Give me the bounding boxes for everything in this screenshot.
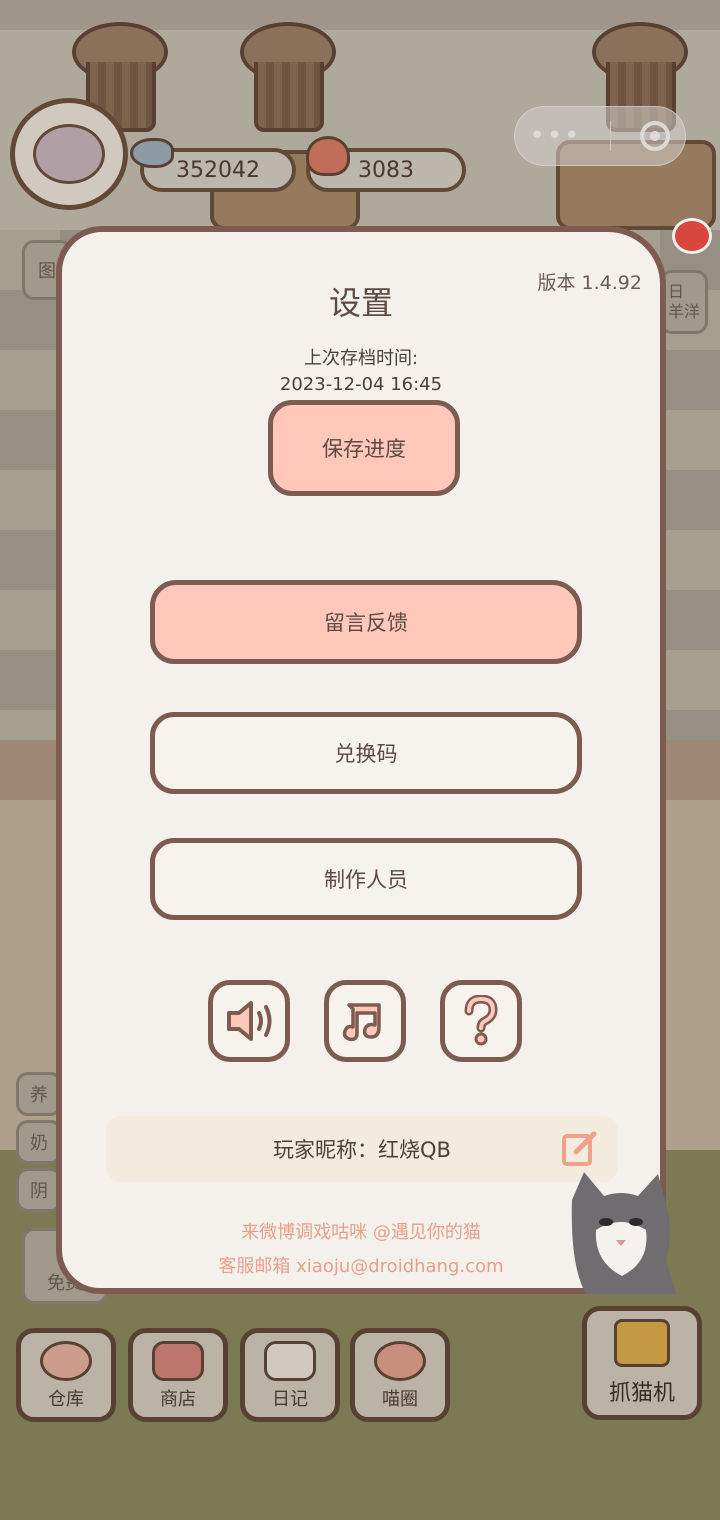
player-nickname-bar: 玩家昵称：红烧QB: [106, 1116, 618, 1182]
feedback-label: 留言反馈: [324, 611, 408, 635]
last-save-label: 上次存档时间:: [303, 348, 419, 369]
edit-icon[interactable]: [560, 1128, 600, 1168]
music-icon: [342, 1003, 381, 1042]
save-progress-button[interactable]: 保存进度: [268, 400, 460, 496]
credits-button[interactable]: 制作人员: [150, 838, 582, 920]
player-nickname: 玩家昵称：红烧QB: [273, 1138, 451, 1162]
feedback-button[interactable]: 留言反馈: [150, 580, 582, 664]
redeem-code-button[interactable]: 兑换码: [150, 712, 582, 794]
music-toggle-button[interactable]: [324, 980, 406, 1062]
sound-toggle-button[interactable]: [208, 980, 290, 1062]
notification-dot: [672, 218, 712, 254]
version-label: 版本 1.4.92: [537, 272, 642, 294]
save-progress-label: 保存进度: [322, 437, 406, 461]
last-save-time: 2023-12-04 16:45: [279, 374, 443, 395]
help-button[interactable]: [440, 980, 522, 1062]
cat-photo: [571, 1172, 676, 1294]
last-save-info: 上次存档时间: 2023-12-04 16:45: [62, 346, 660, 398]
credits-label: 制作人员: [324, 868, 408, 892]
settings-panel: 设置 版本 1.4.92 上次存档时间: 2023-12-04 16:45 保存…: [56, 226, 676, 1294]
help-icon: [464, 995, 498, 1046]
sound-icon: [227, 1001, 272, 1041]
redeem-code-label: 兑换码: [334, 742, 398, 766]
